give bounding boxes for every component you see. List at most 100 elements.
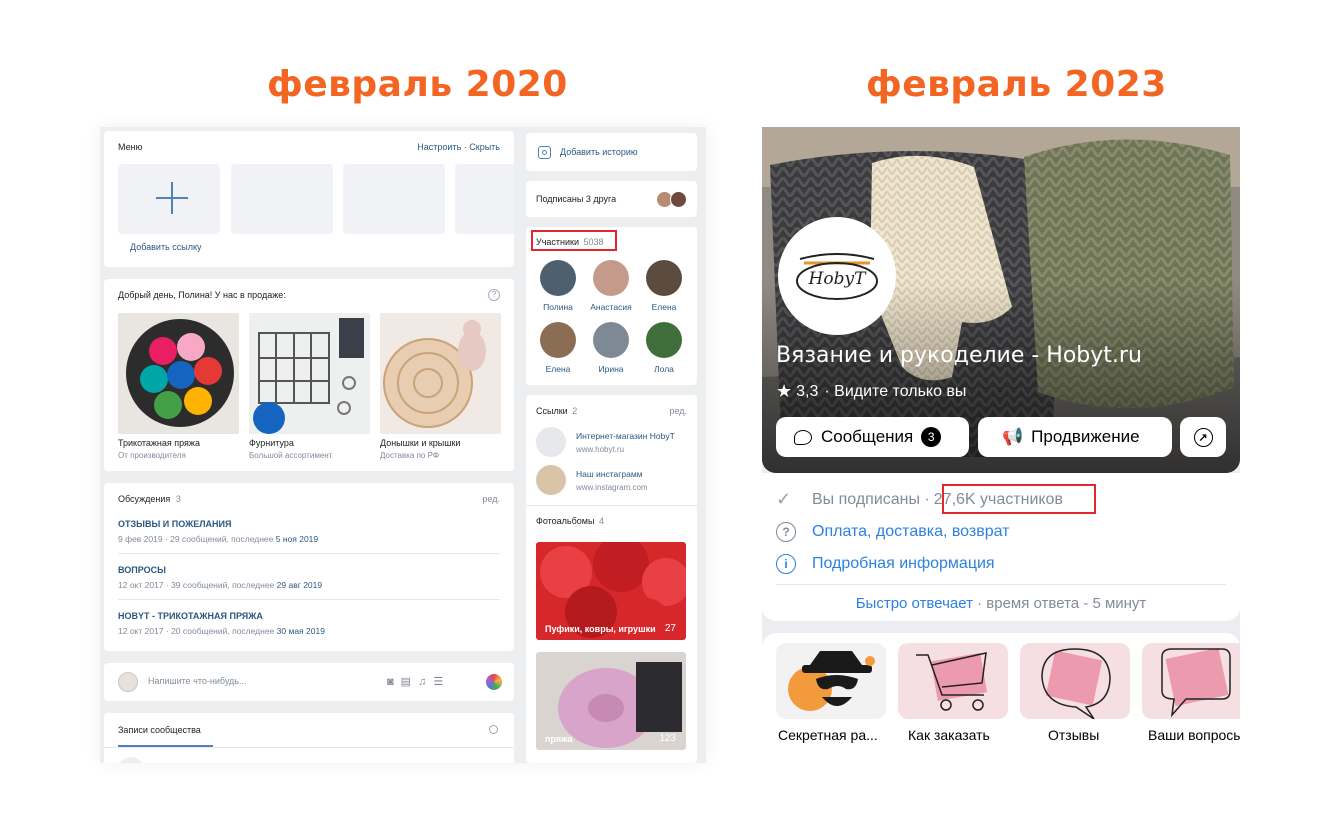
link-url: www.instagram.com [576, 483, 648, 492]
links-count: 2 [572, 406, 578, 416]
rating-value: 3,3 [796, 382, 819, 400]
text-format-icon[interactable]: ☰ [433, 676, 450, 688]
messages-badge: 3 [921, 427, 942, 447]
divider [118, 553, 500, 554]
member-name[interactable]: Лола [640, 364, 688, 374]
community-name: Вязание и рукоделие - Hobyt.ru [776, 343, 1142, 368]
product-name[interactable]: Донышки и крышки [380, 438, 460, 448]
divider [526, 505, 697, 506]
heading-2023: февраль 2023 [866, 64, 1167, 105]
logo-text: HobyT [808, 269, 866, 289]
discussions-count: 3 [175, 494, 181, 504]
links-edit-link[interactable]: ред. [669, 406, 687, 416]
megaphone-icon: 📢 [1002, 427, 1024, 446]
story-reviews[interactable] [1020, 643, 1130, 719]
arrow-up-right-icon: ↗ [1193, 427, 1213, 447]
link-thumb [536, 427, 566, 457]
tab-community-posts[interactable]: Записи сообщества [118, 725, 201, 735]
menu-actions-link[interactable]: Настроить · Скрыть [417, 142, 500, 152]
album-photo[interactable]: Пуфики, ковры, игрушки 27 [536, 542, 686, 640]
member-avatar[interactable] [540, 260, 576, 296]
music-icon[interactable]: ♫ [418, 676, 433, 688]
member-avatar[interactable] [646, 322, 682, 358]
member-name[interactable]: Анастасия [584, 302, 638, 312]
discussion-last-date[interactable]: 5 ноя 2019 [276, 534, 318, 544]
plus-icon [152, 178, 192, 218]
link-name[interactable]: Наш инстаграмм [576, 469, 643, 479]
composer-input[interactable]: Напишите что-нибудь... [148, 676, 247, 686]
reply-time: · время ответа - 5 минут [972, 595, 1147, 612]
discussion-meta: 12 окт 2017 · 20 сообщений, последнее 30… [118, 626, 325, 636]
story-secret[interactable] [776, 643, 886, 719]
product-image-bottoms[interactable] [380, 313, 501, 434]
link-thumb [536, 465, 566, 495]
member-avatar[interactable] [646, 260, 682, 296]
product-image-yarn[interactable] [118, 313, 239, 434]
link-name[interactable]: Интернет-магазин HobyT [576, 431, 675, 441]
album-photo[interactable]: пряжа 123 [536, 652, 686, 750]
album-count: 27 [664, 623, 676, 634]
messages-button[interactable]: Сообщения 3 [776, 417, 969, 457]
add-link-tile[interactable] [118, 164, 220, 234]
avatar [118, 672, 138, 692]
discussion-title[interactable]: HOBYT - ТРИКОТАЖНАЯ ПРЯЖА [118, 611, 263, 621]
discussion-last-date[interactable]: 29 авг 2019 [277, 580, 322, 590]
help-icon[interactable]: ? [488, 289, 500, 301]
discussions-title[interactable]: Обсуждения 3 [118, 494, 181, 504]
discussions-edit-link[interactable]: ред. [482, 494, 500, 504]
link-tile-placeholder [231, 164, 333, 234]
friend-avatar [670, 191, 687, 208]
story-label: Отзывы [1048, 727, 1100, 743]
member-avatar[interactable] [593, 260, 629, 296]
theme-icon[interactable] [486, 674, 502, 690]
camera-icon[interactable]: ◙ [387, 676, 401, 688]
albums-count: 4 [598, 516, 604, 526]
story-label: Как заказать [908, 727, 990, 743]
video-icon[interactable]: ▤ [401, 676, 418, 688]
post-composer: Напишите что-нибудь... ◙▤♫☰ [104, 663, 514, 701]
greeting-text: Добрый день, Полина! У нас в продаже: [118, 290, 286, 300]
visibility-text: · Видите только вы [824, 382, 967, 400]
details-row[interactable]: i Подробная информация [776, 554, 995, 574]
discussion-title[interactable]: ВОПРОСЫ [118, 565, 166, 575]
album-name: Пуфики, ковры, игрушки [545, 624, 656, 634]
star-icon: ★ [776, 381, 793, 401]
payment-row[interactable]: ? Оплата, доставка, возврат [776, 522, 1010, 542]
promotion-button[interactable]: 📢 Продвижение [978, 417, 1172, 457]
member-name[interactable]: Елена [536, 364, 580, 374]
story-how-to-order[interactable] [898, 643, 1008, 719]
member-name[interactable]: Полина [536, 302, 580, 312]
highlight-box [942, 484, 1096, 514]
fast-reply-label[interactable]: Быстро отвечает [856, 595, 973, 612]
external-link-button[interactable]: ↗ [1180, 417, 1226, 457]
product-name[interactable]: Фурнитура [249, 438, 294, 448]
avatar [118, 757, 144, 763]
community-logo[interactable]: HobyT [778, 217, 896, 335]
product-sub: Доставка по РФ [380, 451, 439, 460]
member-name[interactable]: Ирина [588, 364, 634, 374]
member-avatar[interactable] [540, 322, 576, 358]
products-card: Добрый день, Полина! У нас в продаже: ? [104, 279, 514, 471]
camera-icon [538, 146, 551, 159]
links-albums-card: Ссылки 2 ред. Интернет-магазин HobyT www… [526, 395, 697, 763]
info-icon: i [776, 554, 796, 574]
discussion-title[interactable]: ОТЗЫВЫ И ПОЖЕЛАНИЯ [118, 519, 231, 529]
links-title[interactable]: Ссылки 2 [536, 406, 577, 416]
friends-card[interactable]: Подписаны 3 друга [526, 181, 697, 217]
discussions-title-text: Обсуждения [118, 494, 171, 504]
search-icon[interactable] [489, 725, 498, 734]
discussion-last-date[interactable]: 30 мая 2019 [277, 626, 325, 636]
product-name[interactable]: Трикотажная пряжа [118, 438, 200, 448]
discussions-card: Обсуждения 3 ред. ОТЗЫВЫ И ПОЖЕЛАНИЯ 9 ф… [104, 483, 514, 651]
question-icon: ? [776, 522, 796, 542]
add-link-label[interactable]: Добавить ссылку [130, 242, 202, 252]
heading-2020: февраль 2020 [267, 64, 568, 105]
member-name[interactable]: Елена [640, 302, 688, 312]
member-avatar[interactable] [593, 322, 629, 358]
product-image-hardware[interactable] [249, 313, 370, 434]
album-count: 123 [659, 733, 676, 744]
albums-title[interactable]: Фотоальбомы 4 [536, 516, 604, 526]
add-story-card[interactable]: Добавить историю [526, 133, 697, 171]
rating-row[interactable]: ★ 3,3 · Видите только вы [776, 381, 966, 402]
story-your-questions[interactable] [1142, 643, 1240, 719]
